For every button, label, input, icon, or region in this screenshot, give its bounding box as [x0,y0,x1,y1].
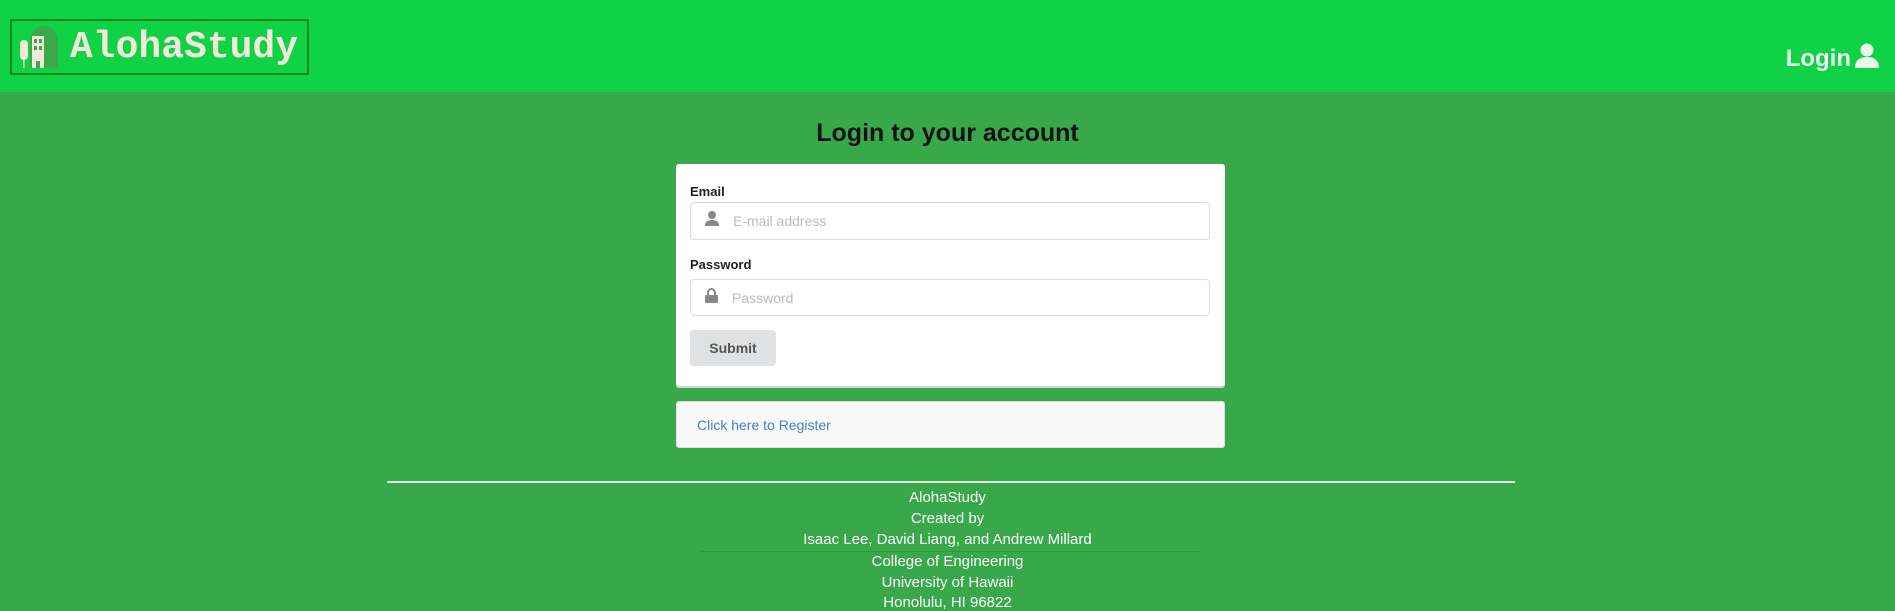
user-icon [1854,42,1880,75]
password-field-wrapper [690,279,1210,316]
brand-logo[interactable]: AlohaStudy [10,19,309,75]
register-link[interactable]: Click here to Register [697,417,831,433]
footer-college: College of Engineering [871,553,1024,570]
page-title: Login to your account [816,119,1079,147]
submit-button[interactable]: Submit [690,330,776,366]
footer-university: University of Hawaii [881,574,1014,591]
footer-brand: AlohaStudy [909,489,986,506]
footer-created-by: Created by [910,510,985,527]
email-field-wrapper [690,202,1210,240]
login-menu[interactable]: Login [1786,42,1880,75]
register-message: Click here to Register [676,401,1225,448]
footer-address: Honolulu, HI 96822 [883,594,1012,611]
email-input[interactable] [733,213,1173,229]
navbar: AlohaStudy Login [0,0,1895,92]
password-input[interactable] [732,289,1172,306]
brand-name: AlohaStudy [70,25,299,69]
password-label: Password [690,257,752,272]
footer-divider [387,481,1515,483]
email-label: Email [690,184,725,199]
lock-icon [705,287,718,308]
footer-inner-divider [700,551,1200,552]
login-label: Login [1785,44,1851,72]
login-form: Email Password Submit [676,164,1225,386]
footer-authors: Isaac Lee, David Liang, and Andrew Milla… [803,531,1092,548]
user-icon [705,211,719,231]
building-logo-icon [18,24,64,70]
